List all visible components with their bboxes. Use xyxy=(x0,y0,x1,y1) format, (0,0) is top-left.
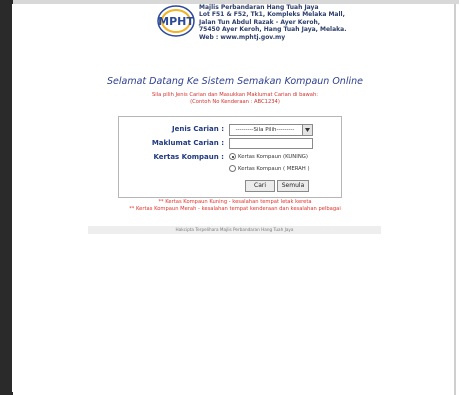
cari-button[interactable]: Cari xyxy=(245,180,275,192)
radio-merah[interactable] xyxy=(229,165,236,172)
footer-copyright: Hakcipta Terpelihara Majlis Perbandaran … xyxy=(88,226,381,234)
jenis-carian-row: Jenis Carian : ---------Sila Pilih------… xyxy=(119,124,341,138)
note-kuning: ** Kertas Kompaun Kuning - kesalahan tem… xyxy=(158,199,312,205)
search-form: Jenis Carian : ---------Sila Pilih------… xyxy=(118,116,342,198)
org-website: Web : www.mphtj.gov.my xyxy=(199,33,286,41)
org-line: Majlis Perbandaran Hang Tuah Jaya xyxy=(199,4,319,11)
instruction-example: (Contoh No Kenderaan : ABC1234) xyxy=(190,99,280,105)
window-edge-right xyxy=(454,4,456,395)
logo-text: MPHT xyxy=(158,15,194,28)
chevron-down-icon[interactable] xyxy=(302,125,312,135)
maklumat-carian-label: Maklumat Carian : xyxy=(151,139,224,147)
org-line: Lot F51 & F52, Tk1, Kompleks Melaka Mall… xyxy=(199,11,345,19)
radio-option-kuning[interactable]: Kertas Kompaun (KUNING) xyxy=(229,153,308,160)
jenis-carian-select[interactable]: ---------Sila Pilih--------- xyxy=(229,124,313,136)
radio-kuning-label: Kertas Kompaun (KUNING) xyxy=(238,154,308,160)
header: MPHT Majlis Perbandaran Hang Tuah Jaya L… xyxy=(157,4,377,52)
maklumat-carian-input[interactable] xyxy=(229,138,313,149)
compound-notes: ** Kertas Kompaun Kuning - kesalahan tem… xyxy=(12,199,458,213)
mpht-logo: MPHT xyxy=(157,4,195,38)
kertas-kompaun-row: Kertas Kompaun : Kertas Kompaun (KUNING)… xyxy=(119,152,341,178)
jenis-carian-label: Jenis Carian : xyxy=(172,125,224,133)
radio-kuning[interactable] xyxy=(229,153,236,160)
kertas-kompaun-label: Kertas Kompaun : xyxy=(153,153,224,161)
welcome-title: Selamat Datang Ke Sistem Semakan Kompaun… xyxy=(107,76,363,87)
instruction-line: Sila pilih Jenis Carian dan Masukkan Mak… xyxy=(151,92,319,98)
organization-address: Majlis Perbandaran Hang Tuah Jaya Lot F5… xyxy=(199,4,384,41)
radio-merah-label: Kertas Kompaun ( MERAH ) xyxy=(238,166,310,172)
note-merah: ** Kertas Kompaun Merah - kesalahan temp… xyxy=(129,205,341,212)
semula-button[interactable]: Semula xyxy=(277,180,309,192)
instructions: Sila pilih Jenis Carian dan Masukkan Mak… xyxy=(12,92,458,106)
org-line: 75450 Ayer Keroh, Hang Tuah Jaya, Melaka… xyxy=(199,26,347,34)
maklumat-carian-row: Maklumat Carian : xyxy=(119,138,341,152)
radio-option-merah[interactable]: Kertas Kompaun ( MERAH ) xyxy=(229,165,310,172)
form-buttons: Cari Semula xyxy=(119,180,341,194)
org-line: Jalan Tun Abdul Razak - Ayer Keroh, xyxy=(199,18,321,26)
page-frame: MPHT Majlis Perbandaran Hang Tuah Jaya L… xyxy=(12,4,458,392)
jenis-carian-value: ---------Sila Pilih--------- xyxy=(235,127,295,133)
